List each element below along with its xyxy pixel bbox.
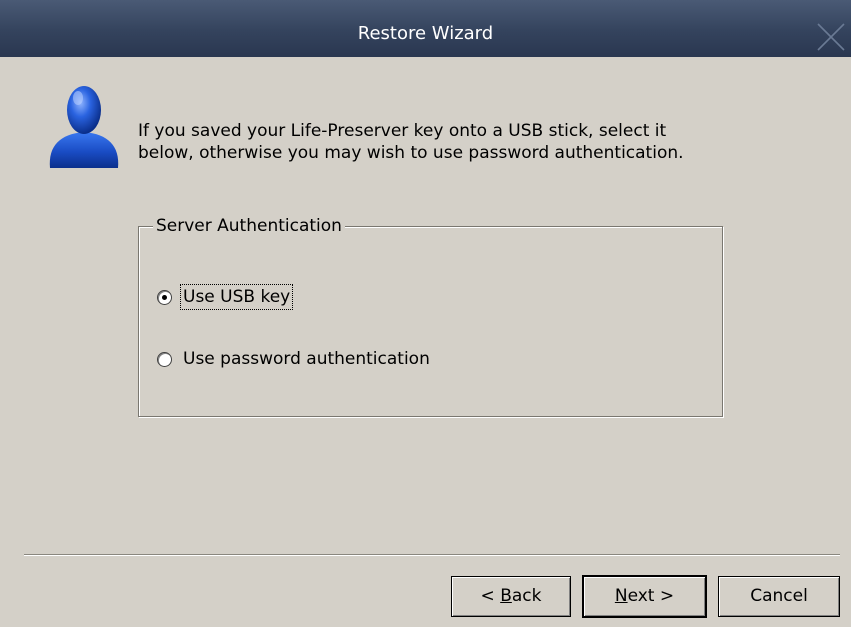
instruction-text: If you saved your Life-Preserver key ont…	[138, 120, 838, 164]
radio-usb-key[interactable]	[157, 289, 172, 305]
use-password-label[interactable]: Use password authentication	[181, 347, 432, 371]
radio-password[interactable]	[157, 351, 172, 367]
back-rest: ack	[511, 586, 542, 606]
back-mnemonic: B	[500, 586, 512, 606]
use-usb-key-option[interactable]: Use USB key	[157, 284, 294, 310]
footer-separator	[24, 554, 840, 556]
close-icon	[817, 23, 845, 51]
next-mnemonic: N	[614, 586, 628, 606]
user-icon	[44, 80, 124, 172]
back-prefix: <	[480, 586, 501, 606]
window-title: Restore Wizard	[357, 23, 494, 44]
group-title: Server Authentication	[153, 214, 345, 238]
instruction-line-1: If you saved your Life-Preserver key ont…	[138, 121, 667, 141]
close-button[interactable]	[815, 21, 847, 53]
back-button[interactable]: < Back	[451, 576, 571, 617]
next-rest: ext >	[627, 586, 675, 606]
restore-wizard-window: Restore Wizard If you saved your Life-Pr…	[0, 0, 851, 627]
server-authentication-group: Server Authentication Use USB key Use pa…	[138, 214, 723, 417]
cancel-button[interactable]: Cancel	[718, 576, 840, 617]
next-button[interactable]: Next >	[583, 576, 706, 617]
title-bar[interactable]: Restore Wizard	[0, 0, 851, 57]
instruction-line-2: below, otherwise you may wish to use pas…	[138, 143, 684, 163]
use-usb-key-label[interactable]: Use USB key	[179, 284, 294, 310]
use-password-option[interactable]: Use password authentication	[157, 347, 432, 371]
